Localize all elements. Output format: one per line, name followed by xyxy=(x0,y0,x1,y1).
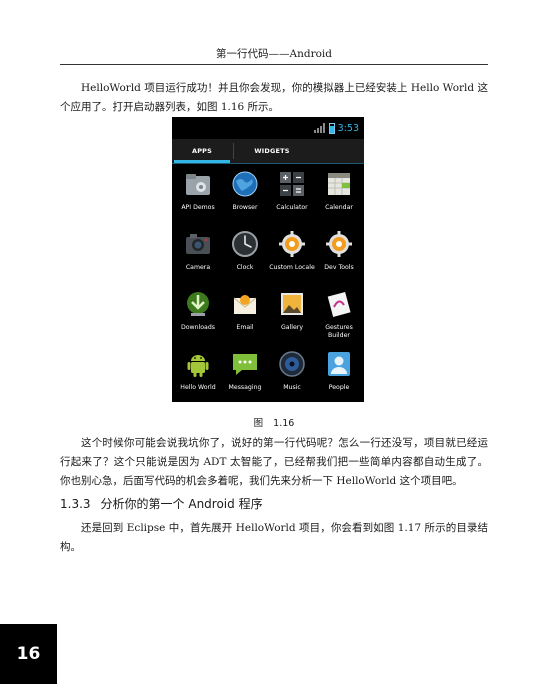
app-music[interactable]: Music xyxy=(268,349,316,402)
messaging-icon xyxy=(233,354,257,375)
gear-icon xyxy=(326,231,352,257)
globe-icon xyxy=(232,171,258,197)
app-calculator[interactable]: Calculator xyxy=(268,169,316,227)
gear-icon xyxy=(279,231,305,257)
app-label: Clock xyxy=(236,264,254,271)
tab-apps[interactable]: APPS xyxy=(172,139,232,163)
figure-label: 图 xyxy=(253,418,264,429)
gallery-icon xyxy=(281,293,303,315)
app-label: API Demos xyxy=(181,204,215,211)
app-label: Gallery xyxy=(280,324,304,331)
app-label: Dev Tools xyxy=(324,264,354,271)
app-gallery[interactable]: Gallery xyxy=(268,289,316,347)
app-camera[interactable]: Camera xyxy=(174,229,222,287)
section-title: 分析你的第一个 Android 程序 xyxy=(100,497,263,511)
running-header: 第一行代码——Android xyxy=(216,48,332,60)
figure-number: 1.16 xyxy=(273,418,295,429)
app-dev-tools[interactable]: Dev Tools xyxy=(315,229,363,287)
tab-widgets[interactable]: WIDGETS xyxy=(232,139,312,163)
app-label: Custom Locale xyxy=(269,264,315,271)
gestures-icon xyxy=(327,292,351,317)
app-label: Music xyxy=(283,384,301,391)
launcher-tabs: APPS WIDGETS xyxy=(172,139,364,163)
app-calendar[interactable]: Calendar xyxy=(315,169,363,227)
app-label: Camera xyxy=(185,264,211,271)
app-api-demos[interactable]: API Demos xyxy=(174,169,222,227)
paragraph-intro: HelloWorld 项目运行成功！并且你会发现，你的模拟器上已经安装上 Hel… xyxy=(60,82,488,113)
app-label: Hello World xyxy=(180,384,216,391)
app-email[interactable]: Email xyxy=(221,289,269,347)
app-hello-world[interactable]: Hello World xyxy=(174,349,222,402)
paragraph-eclipse: 还是回到 Eclipse 中，首先展开 HelloWorld 项目，你会看到如图… xyxy=(60,522,488,553)
app-label: Browser xyxy=(232,204,258,211)
camera-icon xyxy=(186,234,210,254)
app-clock[interactable]: Clock xyxy=(221,229,269,287)
people-icon xyxy=(328,352,350,376)
app-label: Messaging xyxy=(228,384,262,391)
signal-icon xyxy=(313,123,326,133)
calculator-icon xyxy=(280,172,304,196)
status-bar: 3:53 xyxy=(172,117,364,139)
clock-icon xyxy=(232,231,258,257)
tab-underline xyxy=(172,163,364,164)
status-time: 3:53 xyxy=(337,122,359,134)
paragraph-explanation: 这个时候你可能会说我坑你了，说好的第一行代码呢？怎么一行还没写，项目就已经运行起… xyxy=(60,437,488,487)
app-label: Gestures Builder xyxy=(325,324,353,339)
section-number: 1.3.3 xyxy=(60,497,91,511)
app-downloads[interactable]: Downloads xyxy=(174,289,222,347)
calendar-icon xyxy=(328,173,350,195)
music-icon xyxy=(279,351,305,377)
emulator-screenshot: 3:53 APPS WIDGETS API Demos Browser Calc… xyxy=(172,117,364,402)
figure-caption: 图 1.16 xyxy=(60,417,488,431)
app-label: Email xyxy=(236,324,254,331)
battery-icon xyxy=(328,122,335,134)
app-label: People xyxy=(328,384,350,391)
app-messaging[interactable]: Messaging xyxy=(221,349,269,402)
header-rule xyxy=(60,64,488,65)
android-icon xyxy=(187,355,209,377)
page-number: 16 xyxy=(0,624,57,684)
download-icon xyxy=(187,292,209,316)
app-label: Calendar xyxy=(325,204,353,211)
tab-divider xyxy=(233,143,234,159)
section-heading: 1.3.3 分析你的第一个 Android 程序 xyxy=(60,496,263,512)
app-browser[interactable]: Browser xyxy=(221,169,269,227)
app-label: Downloads xyxy=(181,324,215,331)
app-custom-locale[interactable]: Custom Locale xyxy=(268,229,316,287)
email-icon xyxy=(233,295,257,314)
app-people[interactable]: People xyxy=(315,349,363,402)
folder-gear-icon xyxy=(186,174,210,195)
app-gestures-builder[interactable]: Gestures Builder xyxy=(315,289,363,347)
app-label: Calculator xyxy=(276,204,308,211)
